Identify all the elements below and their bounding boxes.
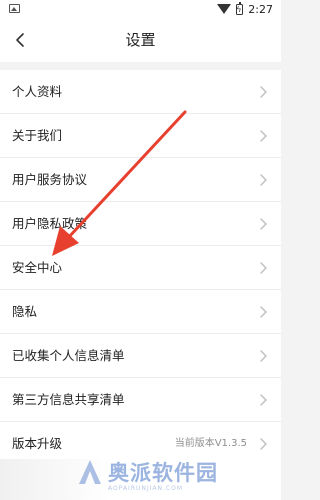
arrow-shaft [66,110,187,240]
annotation-arrow [52,110,187,256]
